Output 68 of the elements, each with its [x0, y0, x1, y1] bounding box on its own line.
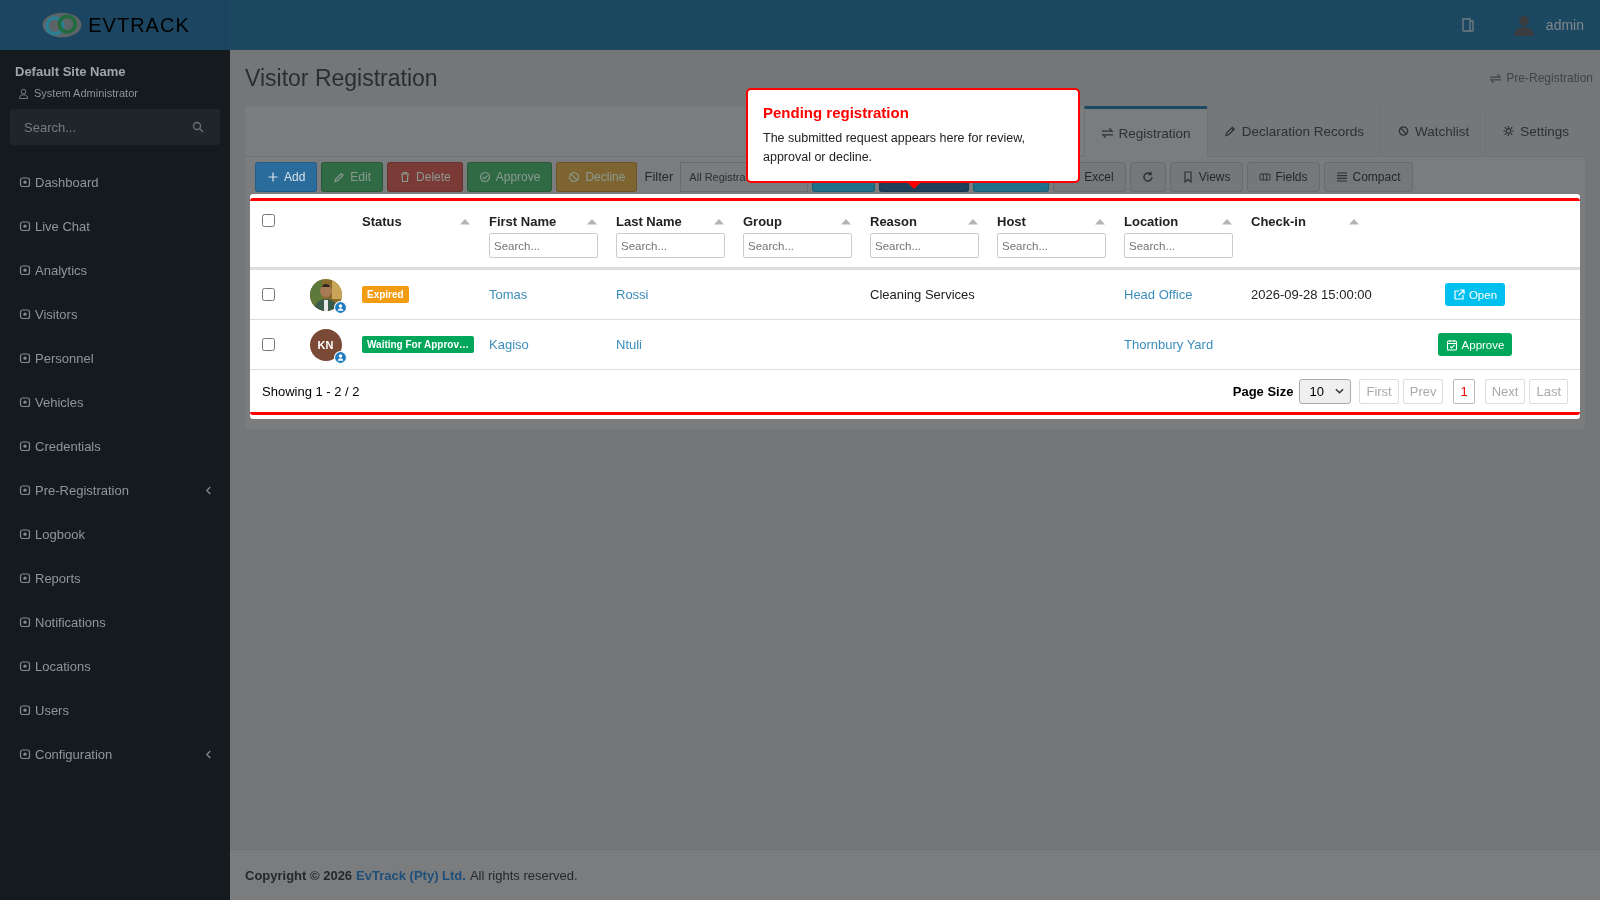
sidebar-item[interactable]: Users: [0, 688, 230, 732]
rights-text: All rights reserved.: [469, 867, 578, 883]
open-button[interactable]: Open: [1444, 283, 1506, 306]
approve-button[interactable]: Approve: [1437, 333, 1513, 356]
column-header[interactable]: Reason: [870, 214, 917, 229]
record-count: Showing 1 - 2 / 2: [262, 383, 360, 399]
column-filter-field[interactable]: Search...: [997, 233, 1106, 258]
column-header[interactable]: Status: [362, 214, 402, 229]
pagination-button[interactable]: Prev: [1402, 378, 1444, 404]
pagination-button[interactable]: First: [1359, 378, 1399, 404]
toolbar-button[interactable]: Compact: [1323, 161, 1413, 192]
toolbar-button[interactable]: Add: [255, 161, 318, 192]
column-filter-field[interactable]: Search...: [1124, 233, 1233, 258]
site-name: Default Site Name: [14, 64, 127, 79]
sidebar-item[interactable]: Visitors: [0, 292, 230, 336]
column-header[interactable]: Check-in: [1251, 214, 1306, 229]
column-filter-field[interactable]: Search...: [743, 233, 852, 258]
company-link[interactable]: EvTrack (Pty) Ltd.: [356, 867, 466, 883]
column-filter-field[interactable]: Search...: [489, 233, 598, 258]
toolbar-button[interactable]: Fields: [1246, 161, 1320, 192]
status-badge: Waiting For Approv…: [362, 336, 475, 353]
status-badge: Expired: [362, 286, 409, 303]
column-header[interactable]: Group: [743, 214, 782, 229]
sidebar-item[interactable]: Pre-Registration: [0, 468, 230, 512]
column-header[interactable]: Location: [1124, 214, 1179, 229]
sidebar-item[interactable]: Live Chat: [0, 204, 230, 248]
column-filter-field[interactable]: Search...: [616, 233, 725, 258]
page-title: Visitor Registration: [245, 64, 438, 92]
sidebar-search-field[interactable]: Search...: [10, 109, 220, 145]
page-size-select[interactable]: 10: [1299, 378, 1352, 404]
sidebar-item[interactable]: Locations: [0, 644, 230, 688]
tab[interactable]: Registration: [1083, 106, 1207, 157]
column-header[interactable]: Host: [997, 214, 1026, 229]
location-link[interactable]: Thornbury Yard: [1124, 337, 1214, 352]
first-name-link[interactable]: Tomas: [489, 287, 528, 302]
last-name-link[interactable]: Rossi: [616, 287, 649, 302]
column-header[interactable]: Last Name: [616, 214, 682, 229]
popover-title: Pending registration: [763, 104, 910, 121]
sidebar-item[interactable]: Dashboard: [0, 160, 230, 204]
copyright-text: Copyright © 2026: [245, 867, 353, 883]
last-name-link[interactable]: Ntuli: [616, 337, 642, 352]
pagination-button[interactable]: 1: [1453, 378, 1475, 404]
sidebar-item[interactable]: Analytics: [0, 248, 230, 292]
sidebar-item[interactable]: Notifications: [0, 600, 230, 644]
pagination-button[interactable]: Next: [1484, 378, 1526, 404]
pagination-button[interactable]: Last: [1529, 378, 1568, 404]
user-role: System Administrator: [34, 87, 138, 99]
page-size-label: Page Size: [1232, 383, 1294, 399]
tab[interactable]: Settings: [1485, 106, 1585, 156]
filter-label: Filter: [644, 169, 674, 184]
user-name[interactable]: admin: [1545, 17, 1584, 33]
tab[interactable]: Watchlist: [1379, 106, 1486, 156]
sidebar-item[interactable]: Credentials: [0, 424, 230, 468]
table-cell: 2026-09-28 15:00:00: [1251, 287, 1372, 302]
sidebar-item[interactable]: Vehicles: [0, 380, 230, 424]
tab[interactable]: Declaration Records: [1206, 106, 1380, 156]
sidebar-item[interactable]: Personnel: [0, 336, 230, 380]
location-link[interactable]: Head Office: [1124, 287, 1193, 302]
sidebar-item[interactable]: Logbook: [0, 512, 230, 556]
column-filter-field[interactable]: Search...: [870, 233, 979, 258]
logo-text: EVTRACK: [88, 13, 190, 37]
initials-avatar: KN: [309, 328, 342, 361]
sidebar-item[interactable]: Configuration: [0, 732, 230, 776]
table-cell: Cleaning Services: [870, 287, 975, 302]
sidebar-item[interactable]: Reports: [0, 556, 230, 600]
first-name-link[interactable]: Kagiso: [489, 337, 529, 352]
toolbar-button[interactable]: Views: [1169, 161, 1243, 192]
column-header[interactable]: First Name: [489, 214, 557, 229]
